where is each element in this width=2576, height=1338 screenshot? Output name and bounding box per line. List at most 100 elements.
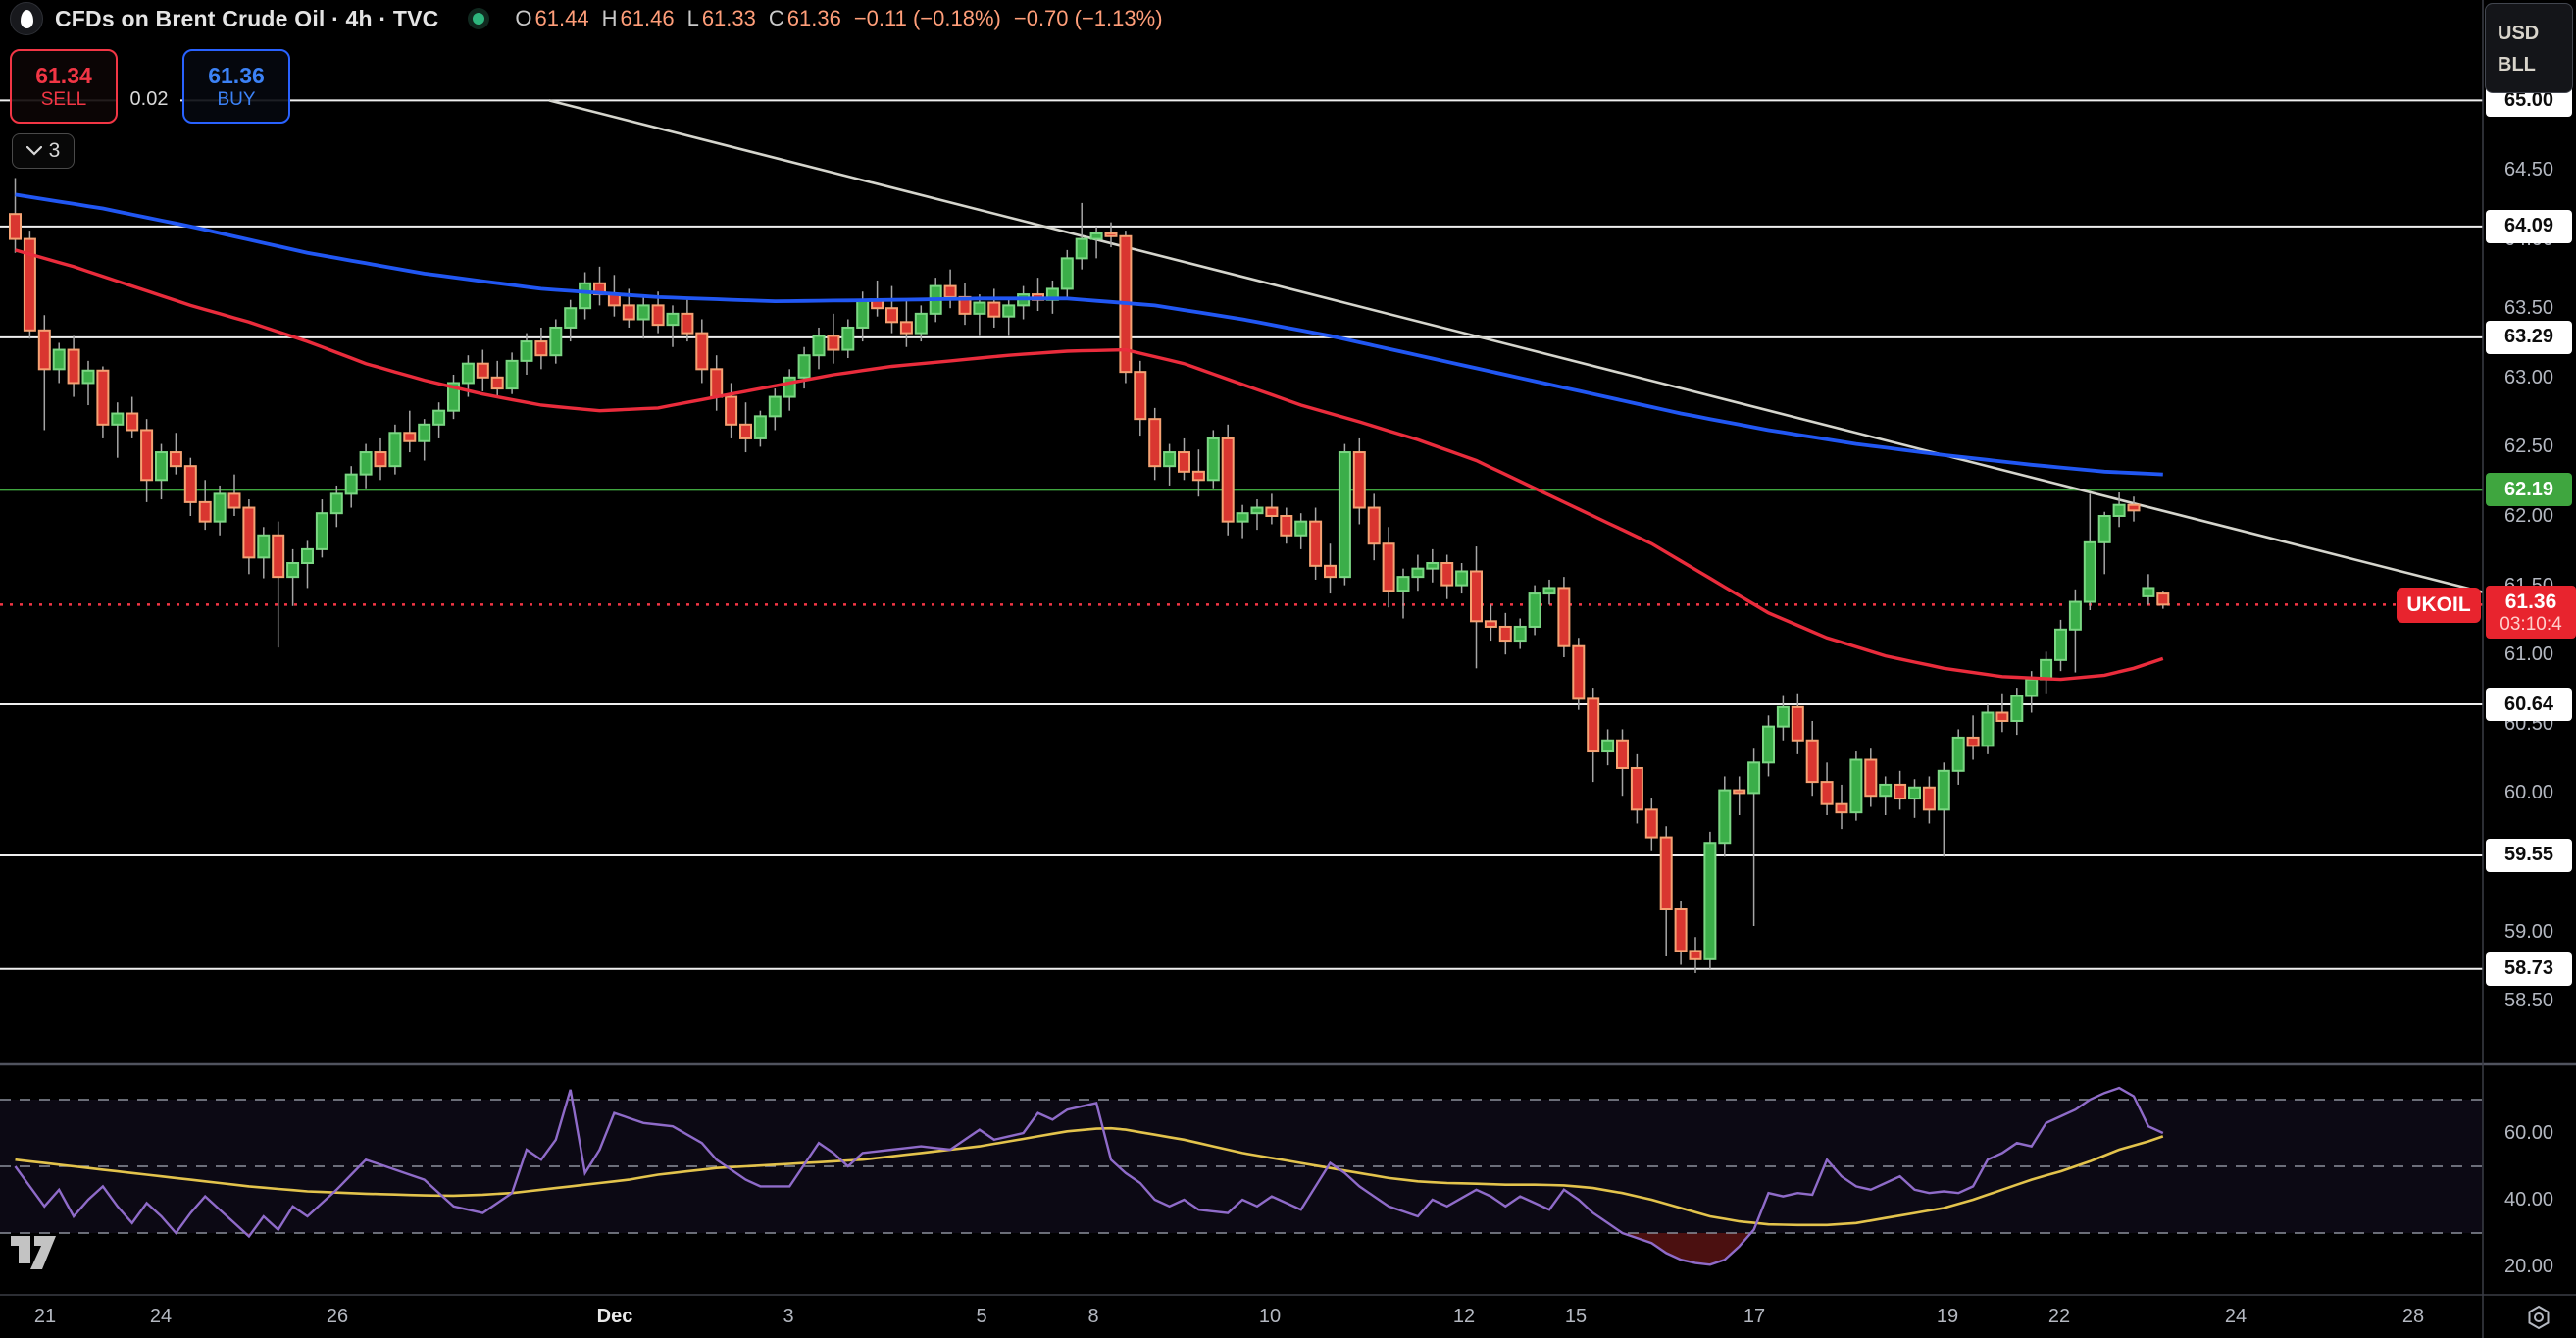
candle-down-16 (243, 508, 254, 558)
buy-price: 61.36 (208, 63, 265, 88)
candle-down-64 (945, 286, 956, 297)
candle-up-43 (638, 305, 649, 319)
candle-down-80 (1179, 452, 1189, 472)
price-tick-63.00: 63.00 (2484, 367, 2574, 389)
candle-up-68 (1003, 305, 1014, 316)
candle-up-23 (346, 475, 357, 494)
rsi-tick-20.00: 20.00 (2484, 1256, 2574, 1278)
candle-down-49 (726, 397, 736, 425)
candle-down-100 (1471, 571, 1482, 621)
candle-down-98 (1441, 563, 1452, 586)
candle-down-134 (1968, 738, 1979, 746)
last-price-chip: 61.3603:10:4 (2486, 586, 2576, 639)
candle-up-24 (361, 452, 372, 475)
candle-up-96 (1412, 569, 1423, 577)
open-value: 61.44 (535, 6, 589, 31)
candle-up-38 (565, 308, 576, 328)
main-chart-canvas[interactable] (0, 0, 2576, 1338)
candle-up-22 (331, 493, 342, 513)
bar-replay-count-dropdown[interactable]: 3 (12, 133, 75, 169)
instrument-logo[interactable] (10, 2, 43, 35)
candle-up-143 (2099, 516, 2110, 542)
candle-up-82 (1208, 438, 1219, 480)
candle-up-121 (1778, 707, 1789, 727)
unit-barrel: BLL (2498, 49, 2572, 80)
price-label-62.19: 62.19 (2486, 473, 2572, 506)
sell-label: SELL (41, 88, 86, 111)
candle-up-74 (1091, 233, 1102, 239)
candle-down-87 (1281, 516, 1291, 536)
indicator-axis[interactable]: 60.0040.0020.00 (2484, 1064, 2576, 1295)
candle-down-9 (141, 430, 152, 480)
candle-down-6 (97, 371, 108, 425)
tradingview-logo-icon[interactable] (10, 1230, 57, 1271)
candle-up-88 (1295, 522, 1306, 536)
trading-chart-app: CFDs on Brent Crude Oil · 4h · TVC O61.4… (0, 0, 2576, 1338)
candle-up-132 (1939, 771, 1949, 810)
buy-button[interactable]: 61.36 BUY (182, 49, 290, 124)
candle-up-53 (784, 378, 795, 397)
candle-down-13 (200, 502, 211, 522)
bars-count: 3 (49, 139, 61, 163)
candle-down-18 (273, 536, 283, 577)
candle-up-14 (215, 493, 226, 521)
sell-button[interactable]: 61.34 SELL (10, 49, 118, 124)
candle-up-133 (1953, 738, 1964, 771)
symbol-title[interactable]: CFDs on Brent Crude Oil · 4h · TVC (55, 6, 438, 32)
rsi-tick-40.00: 40.00 (2484, 1189, 2574, 1211)
price-tick-61.00: 61.00 (2484, 643, 2574, 666)
candle-up-45 (668, 314, 679, 325)
price-tick-63.50: 63.50 (2484, 297, 2574, 320)
sell-price: 61.34 (35, 63, 92, 88)
candle-down-36 (535, 341, 546, 355)
candle-down-122 (1793, 707, 1803, 741)
time-label-15: 15 (1565, 1306, 1587, 1328)
low-value: 61.33 (702, 6, 756, 31)
candle-down-115 (1691, 951, 1701, 958)
candle-up-62 (916, 314, 927, 334)
axis-settings-gear-icon[interactable] (2525, 1304, 2552, 1331)
candle-down-27 (404, 433, 415, 440)
change-percent: −0.70 (−1.13%) (1014, 6, 1163, 31)
candle-down-90 (1325, 566, 1336, 577)
chart-header: CFDs on Brent Crude Oil · 4h · TVC O61.4… (10, 2, 1176, 35)
candle-down-0 (10, 214, 21, 238)
time-label-22: 22 (2048, 1306, 2070, 1328)
candle-up-85 (1252, 508, 1263, 514)
time-label-Dec: Dec (597, 1306, 633, 1328)
candle-up-117 (1719, 791, 1730, 844)
chevron-down-icon (26, 146, 42, 156)
candle-down-77 (1135, 372, 1145, 419)
candle-down-110 (1617, 741, 1628, 768)
price-label-63.29: 63.29 (2486, 321, 2572, 354)
candle-up-7 (112, 414, 123, 425)
time-axis[interactable]: 212426Dec3581012151719222428 (0, 1296, 2576, 1338)
candle-up-99 (1456, 571, 1467, 585)
candle-down-25 (376, 452, 386, 466)
candle-down-33 (492, 378, 503, 388)
open-label: O (515, 6, 531, 31)
ma-red-line[interactable] (16, 250, 2163, 680)
candle-down-123 (1807, 741, 1818, 782)
candle-up-119 (1748, 762, 1759, 793)
market-status-dot-icon (468, 8, 489, 29)
high-label: H (602, 6, 618, 31)
candle-up-26 (389, 433, 400, 466)
candle-up-21 (317, 513, 328, 549)
candle-down-86 (1266, 508, 1277, 516)
candle-down-46 (682, 314, 692, 334)
candle-down-89 (1310, 522, 1321, 566)
candle-up-66 (974, 303, 985, 314)
bar-countdown: 03:10:4 (2500, 614, 2561, 636)
price-label-60.64: 60.64 (2486, 688, 2572, 721)
candle-down-15 (229, 493, 240, 507)
last-price: 61.36 (2505, 590, 2557, 614)
candle-down-93 (1369, 508, 1380, 544)
candle-up-109 (1602, 741, 1613, 751)
unit-box[interactable]: USD BLL (2485, 3, 2573, 93)
price-tick-64.50: 64.50 (2484, 159, 2574, 181)
price-tick-58.50: 58.50 (2484, 990, 2574, 1012)
candle-up-139 (2041, 660, 2051, 680)
candle-down-61 (901, 322, 912, 333)
candle-down-78 (1149, 419, 1160, 466)
